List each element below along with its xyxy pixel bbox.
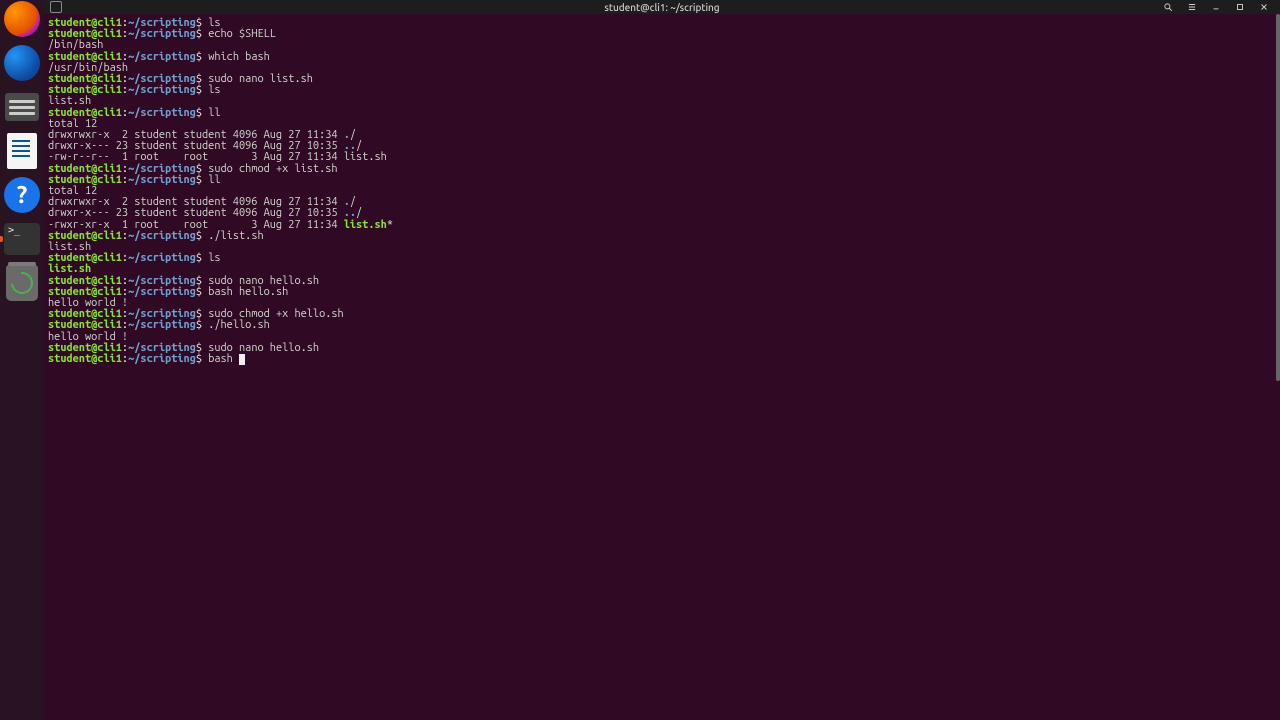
terminal-icon: >_ [4, 223, 40, 255]
close-button[interactable] [1252, 0, 1276, 14]
dock-terminal[interactable]: >_ [3, 220, 41, 258]
dock: ? >_ [0, 0, 44, 720]
window-title: student@cli1: ~/scripting [604, 2, 719, 13]
firefox-icon [4, 1, 40, 37]
dock-firefox[interactable] [3, 0, 41, 38]
hamburger-icon [1187, 2, 1197, 12]
titlebar: student@cli1: ~/scripting [44, 0, 1280, 14]
thunderbird-icon [4, 45, 40, 81]
terminal-output[interactable]: student@cli1:~/scripting$ lsstudent@cli1… [44, 14, 1280, 720]
new-tab-button[interactable] [50, 1, 62, 13]
minimize-button[interactable] [1204, 0, 1228, 14]
dock-trash[interactable] [3, 264, 41, 302]
maximize-button[interactable] [1228, 0, 1252, 14]
writer-icon [7, 133, 37, 169]
dock-thunderbird[interactable] [3, 44, 41, 82]
dock-writer[interactable] [3, 132, 41, 170]
scrollbar[interactable] [1276, 14, 1280, 381]
dock-files[interactable] [3, 88, 41, 126]
menu-button[interactable] [1180, 0, 1204, 14]
maximize-icon [1235, 2, 1245, 12]
search-icon [1163, 2, 1173, 12]
trash-icon [6, 265, 38, 301]
close-icon [1259, 2, 1269, 12]
search-button[interactable] [1156, 0, 1180, 14]
terminal-window: student@cli1: ~/scripting student@cli1:~… [44, 0, 1280, 720]
minimize-icon [1211, 2, 1221, 12]
files-icon [5, 93, 39, 121]
help-icon: ? [4, 177, 40, 213]
dock-help[interactable]: ? [3, 176, 41, 214]
